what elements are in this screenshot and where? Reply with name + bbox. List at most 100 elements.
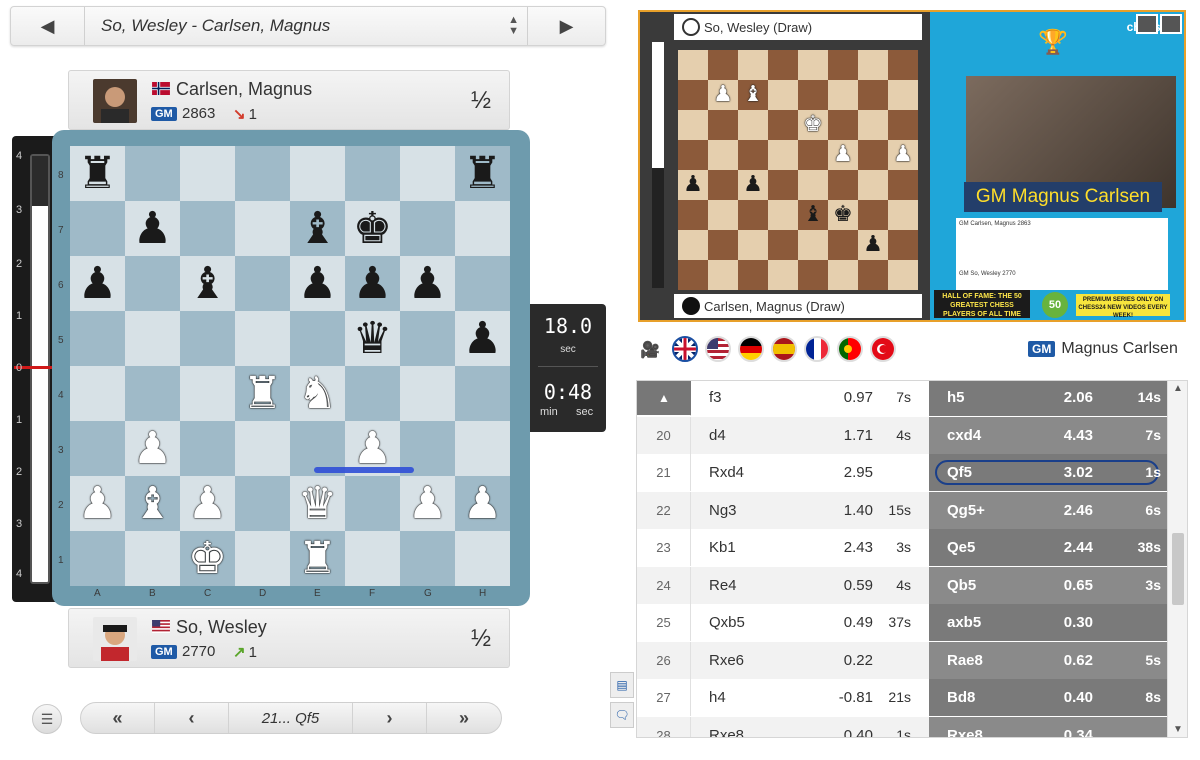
german-flag-icon[interactable]: [738, 336, 764, 362]
board-square[interactable]: [180, 146, 235, 201]
white-move[interactable]: Rxd4: [709, 454, 744, 491]
next-move-button[interactable]: ›: [353, 703, 427, 733]
board-square[interactable]: [180, 421, 235, 476]
board-square[interactable]: [125, 311, 180, 366]
board-square[interactable]: [455, 366, 510, 421]
white-pawn-icon[interactable]: ♟: [463, 481, 502, 526]
move-row[interactable]: 22 Ng3 1.40 15s Qg5+ 2.46 6s: [637, 491, 1167, 529]
white-move[interactable]: h4: [709, 679, 726, 716]
board-square[interactable]: [455, 256, 510, 311]
board-square[interactable]: [235, 531, 290, 586]
board-square[interactable]: [235, 146, 290, 201]
board-square[interactable]: ♝: [180, 256, 235, 311]
board-square[interactable]: [235, 256, 290, 311]
board-square[interactable]: ♞: [290, 366, 345, 421]
board-square[interactable]: [235, 201, 290, 256]
board-square[interactable]: [455, 201, 510, 256]
board-square[interactable]: ♟: [455, 311, 510, 366]
last-move-button[interactable]: »: [427, 703, 501, 733]
white-move[interactable]: Rxe6: [709, 642, 744, 679]
video-player[interactable]: So, Wesley (Draw) ♟ ♝ ♚ ♟ ♟ ♟ ♟ ♝ ♚ ♟ Carlsen, Ma…: [638, 10, 1186, 322]
black-bishop-icon[interactable]: ♝: [188, 261, 227, 306]
board-square[interactable]: [400, 531, 455, 586]
board-square[interactable]: ♟: [180, 476, 235, 531]
white-knight-icon[interactable]: ♞: [298, 371, 337, 416]
board-square[interactable]: ♟: [400, 476, 455, 531]
english-flag-icon[interactable]: [672, 336, 698, 362]
board-square[interactable]: ♟: [125, 201, 180, 256]
board-square[interactable]: ♜: [70, 146, 125, 201]
move-row[interactable]: 28 Rxe8 0.40 1s Rxe8 0.34: [637, 716, 1167, 738]
board-square[interactable]: [345, 531, 400, 586]
black-pawn-icon[interactable]: ♟: [463, 316, 502, 361]
move-row[interactable]: 25 Qxb5 0.49 37s axb5 0.30: [637, 604, 1167, 641]
black-move[interactable]: cxd4: [947, 417, 981, 454]
board-square[interactable]: [345, 146, 400, 201]
black-pawn-icon[interactable]: ♟: [78, 261, 117, 306]
black-rook-icon[interactable]: ♜: [78, 151, 117, 196]
usa-flag-icon[interactable]: [705, 336, 731, 362]
scroll-top-button[interactable]: ▲: [637, 381, 691, 415]
french-flag-icon[interactable]: [804, 336, 830, 362]
board-square[interactable]: ♜: [290, 531, 345, 586]
board-square[interactable]: ♛: [345, 311, 400, 366]
move-row[interactable]: 20 d4 1.71 4s cxd4 4.43 7s: [637, 416, 1167, 454]
popout-icon[interactable]: [1136, 14, 1158, 34]
board-square[interactable]: ♜: [455, 146, 510, 201]
prev-game-button[interactable]: ◀: [11, 7, 85, 45]
board-square[interactable]: [455, 421, 510, 476]
black-pawn-icon[interactable]: ♟: [408, 261, 447, 306]
board-square[interactable]: [345, 366, 400, 421]
board-square[interactable]: [235, 476, 290, 531]
board-square[interactable]: [70, 201, 125, 256]
fullscreen-icon[interactable]: [1160, 14, 1182, 34]
black-queen-icon[interactable]: ♛: [353, 316, 392, 361]
black-move[interactable]: Qf5: [947, 454, 972, 491]
white-rook-icon[interactable]: ♜: [298, 536, 337, 581]
board-square[interactable]: [180, 366, 235, 421]
black-pawn-icon[interactable]: ♟: [298, 261, 337, 306]
board-square[interactable]: [455, 531, 510, 586]
board-square[interactable]: [180, 311, 235, 366]
black-move[interactable]: Rxe8: [947, 717, 983, 738]
camera-icon[interactable]: 🎥: [640, 340, 660, 360]
turkish-flag-icon[interactable]: [870, 336, 896, 362]
board-square[interactable]: ♛: [290, 476, 345, 531]
board-square[interactable]: [70, 366, 125, 421]
board-grid[interactable]: ♜ ♜ ♟ ♝ ♚ ♟ ♝ ♟ ♟ ♟ ♛ ♟ ♜ ♞ ♟ ♟ ♟ ♝ ♟ ♛ ♟ ♟ ♚ ♜: [70, 146, 510, 586]
board-square[interactable]: [125, 146, 180, 201]
white-king-icon[interactable]: ♚: [188, 536, 227, 581]
white-move[interactable]: Kb1: [709, 529, 736, 566]
white-pawn-icon[interactable]: ♟: [408, 481, 447, 526]
black-king-icon[interactable]: ♚: [353, 206, 392, 251]
board-square[interactable]: ♝: [125, 476, 180, 531]
board-square[interactable]: ♜: [235, 366, 290, 421]
portuguese-flag-icon[interactable]: [837, 336, 863, 362]
board-square[interactable]: [125, 256, 180, 311]
chessboard[interactable]: ♜ ♜ ♟ ♝ ♚ ♟ ♝ ♟ ♟ ♟ ♛ ♟ ♜ ♞ ♟ ♟ ♟ ♝ ♟ ♛ ♟ ♟ ♚ ♜ 8 7 6 5 4 3 2 1…: [52, 130, 530, 606]
board-square[interactable]: [400, 201, 455, 256]
board-square[interactable]: ♟: [345, 256, 400, 311]
moves-scrollbar[interactable]: ▲ ▼: [1167, 381, 1187, 737]
board-square[interactable]: [345, 476, 400, 531]
spanish-flag-icon[interactable]: [771, 336, 797, 362]
white-move[interactable]: Qxb5: [709, 604, 745, 641]
black-move[interactable]: axb5: [947, 604, 981, 641]
board-square[interactable]: [235, 311, 290, 366]
board-square[interactable]: ♟: [125, 421, 180, 476]
move-row[interactable]: 27 h4 -0.81 21s Bd8 0.40 8s: [637, 679, 1167, 716]
board-square[interactable]: [235, 421, 290, 476]
move-row[interactable]: 19f30.977sh52.0614s: [637, 381, 1167, 416]
board-square[interactable]: [125, 531, 180, 586]
board-square[interactable]: [290, 311, 345, 366]
chat-view-icon[interactable]: 🗨: [610, 702, 634, 728]
black-bishop-icon[interactable]: ♝: [298, 206, 337, 251]
white-move[interactable]: Re4: [709, 567, 737, 604]
board-square[interactable]: [400, 311, 455, 366]
white-rook-icon[interactable]: ♜: [243, 371, 282, 416]
white-pawn-icon[interactable]: ♟: [133, 426, 172, 471]
white-queen-icon[interactable]: ♛: [298, 481, 337, 526]
black-move[interactable]: h5: [947, 381, 965, 416]
move-row[interactable]: 24 Re4 0.59 4s Qb5 0.65 3s: [637, 566, 1167, 604]
black-move[interactable]: Bd8: [947, 679, 975, 716]
